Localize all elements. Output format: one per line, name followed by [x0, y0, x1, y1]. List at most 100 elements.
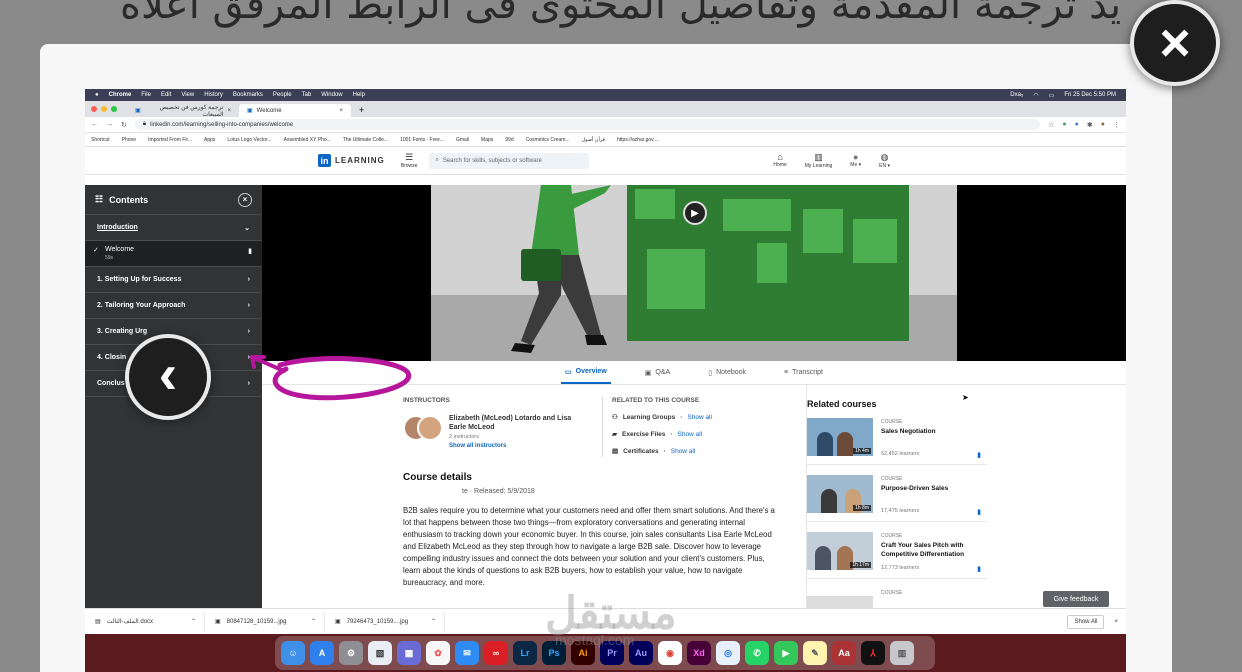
- extension-icon[interactable]: ●: [1075, 121, 1079, 128]
- bookmark-item[interactable]: Imported From Fir...: [148, 137, 192, 143]
- address-bar[interactable]: 🔒︎ linkedin.com/learning/selling-into-co…: [134, 119, 1041, 130]
- bookmark-icon[interactable]: ▮: [977, 451, 981, 459]
- sidebar-chapter[interactable]: 2. Tailoring Your Approach ›: [85, 293, 262, 319]
- download-item[interactable]: ▤ الملف-الثالث.docx ⌃: [85, 612, 205, 631]
- dock-launchpad-icon[interactable]: ▦: [397, 641, 421, 665]
- sidebar-close-button[interactable]: ×: [238, 192, 252, 207]
- bookmark-item[interactable]: قرآن أصول: [582, 137, 605, 143]
- dock-settings-icon[interactable]: ⚙: [339, 641, 363, 665]
- menu-item[interactable]: Help: [353, 92, 365, 98]
- profile-avatar[interactable]: ●: [1101, 121, 1105, 128]
- menu-item[interactable]: History: [204, 92, 223, 98]
- bookmark-item[interactable]: Shortcut: [91, 137, 110, 143]
- bookmark-item[interactable]: The Ultimate Colle...: [343, 137, 388, 143]
- forward-arrow-icon[interactable]: →: [106, 121, 113, 128]
- bookmark-icon[interactable]: ▮: [248, 247, 252, 255]
- tab-overview[interactable]: ▭ Overview: [561, 361, 611, 384]
- dock-app-store-icon[interactable]: A: [310, 641, 334, 665]
- tab-qa[interactable]: ▣ Q&A: [641, 361, 674, 384]
- dock-photos-icon[interactable]: ✿: [426, 641, 450, 665]
- browser-tab-active[interactable]: ▣ Welcome ×: [239, 104, 351, 117]
- bookmark-icon[interactable]: ▮: [977, 565, 981, 573]
- status-clock[interactable]: Fri 25 Dec 5:50 PM: [1064, 92, 1116, 98]
- browser-tab[interactable]: ▣ ترجمة كورس فن تخصيص المبيعات ×: [127, 104, 239, 118]
- related-course-card[interactable]: 1h 4m COURSE Sales Negotiation 52,452 le…: [807, 415, 987, 465]
- reload-icon[interactable]: ↻: [121, 121, 127, 129]
- give-feedback-button[interactable]: Give feedback: [1043, 591, 1109, 607]
- menu-item[interactable]: Tab: [302, 92, 312, 98]
- show-all-link[interactable]: Show all: [687, 414, 712, 421]
- tab-close-icon[interactable]: ×: [339, 108, 343, 114]
- window-minimize-icon[interactable]: [101, 106, 107, 112]
- show-all-link[interactable]: Show all: [678, 431, 703, 438]
- battery-icon[interactable]: ▭: [1049, 92, 1055, 99]
- related-course-name[interactable]: Craft Your Sales Pitch with Competitive …: [881, 541, 981, 559]
- menu-item[interactable]: File: [141, 92, 151, 98]
- video-player[interactable]: ▶: [262, 185, 1126, 361]
- menu-item[interactable]: People: [273, 92, 292, 98]
- dock-acrobat-icon[interactable]: ⅄: [861, 641, 885, 665]
- related-course-name[interactable]: Sales Negotiation: [881, 427, 981, 436]
- sidebar-section-introduction[interactable]: Introduction ⌄: [85, 215, 262, 241]
- dock-whatsapp-icon[interactable]: ✆: [745, 641, 769, 665]
- play-icon[interactable]: ▶: [683, 201, 707, 225]
- bookmark-item[interactable]: Lotus Logo Vector...: [227, 137, 271, 143]
- new-tab-button[interactable]: +: [351, 105, 372, 117]
- bookmark-item[interactable]: Assembled XY Pho...: [284, 137, 331, 143]
- menu-app-name[interactable]: Chrome: [109, 92, 132, 98]
- bookmark-item[interactable]: Cosmetics Cream...: [526, 137, 570, 143]
- show-all-instructors-link[interactable]: Show all instructors: [449, 443, 506, 449]
- course-search-input[interactable]: ⌕ Search for skills, subjects or softwar…: [429, 152, 590, 169]
- bookmark-item[interactable]: 99d: [505, 137, 513, 143]
- window-zoom-icon[interactable]: [111, 106, 117, 112]
- window-close-icon[interactable]: [91, 106, 97, 112]
- bookmark-icon[interactable]: ▮: [977, 508, 981, 516]
- nav-me[interactable]: ● Me ▾: [850, 152, 861, 169]
- dock-facetime-icon[interactable]: ▶: [774, 641, 798, 665]
- sidebar-chapter[interactable]: 1. Setting Up for Success ›: [85, 267, 262, 293]
- bookmark-item[interactable]: Gmail: [456, 137, 469, 143]
- show-all-link[interactable]: Show all: [671, 448, 696, 455]
- menu-item[interactable]: Edit: [161, 92, 171, 98]
- download-item[interactable]: ▣ 80847128_10159...jpg ⌃: [205, 612, 325, 631]
- nav-home[interactable]: ⌂ Home: [773, 152, 786, 169]
- wifi-icon[interactable]: ◠: [1033, 92, 1038, 99]
- related-course-name[interactable]: Purpose-Driven Sales: [881, 484, 981, 493]
- dock-finder-icon[interactable]: ☺: [281, 641, 305, 665]
- related-course-card[interactable]: 1h 17m COURSE Craft Your Sales Pitch wit…: [807, 529, 987, 579]
- tab-transcript[interactable]: ≡ Transcript: [780, 361, 827, 384]
- bookmark-item[interactable]: 1001 Fonts · Free...: [400, 137, 444, 143]
- related-course-card[interactable]: 1h 8m COURSE Purpose-Driven Sales 17,475…: [807, 472, 987, 522]
- lightbox-close-button[interactable]: ×: [1130, 0, 1220, 86]
- dock-notes-icon[interactable]: ✎: [803, 641, 827, 665]
- sidebar-item-welcome[interactable]: ✓ Welcome 59s ▮: [85, 241, 262, 267]
- star-icon[interactable]: ☆: [1048, 121, 1054, 129]
- dock-safari-icon[interactable]: ◎: [716, 641, 740, 665]
- extension-icon[interactable]: ●: [1062, 121, 1066, 128]
- menu-item[interactable]: View: [181, 92, 194, 98]
- nav-my-learning[interactable]: ▥ My Learning: [805, 152, 833, 169]
- tab-notebook[interactable]: ▯ Notebook: [704, 361, 750, 384]
- bookmark-item[interactable]: Maps: [481, 137, 493, 143]
- dock-dictionary-icon[interactable]: Aa: [832, 641, 856, 665]
- instructor-names[interactable]: Elizabeth (McLeod) Lotardo and Lisa Earl…: [449, 414, 589, 432]
- tab-close-icon[interactable]: ×: [227, 108, 231, 114]
- bookmark-item[interactable]: Phone: [122, 137, 136, 143]
- dock-lightroom-icon[interactable]: Lr: [513, 641, 537, 665]
- previous-image-button[interactable]: ‹: [125, 334, 211, 420]
- dock-xd-icon[interactable]: Xd: [687, 641, 711, 665]
- dock-creative-cloud-icon[interactable]: ∞: [484, 641, 508, 665]
- menu-item[interactable]: Bookmarks: [233, 92, 263, 98]
- dock-preview-icon[interactable]: ▧: [368, 641, 392, 665]
- menu-item[interactable]: Window: [321, 92, 342, 98]
- close-downloads-icon[interactable]: ×: [1114, 619, 1118, 625]
- dock-mail-icon[interactable]: ✉: [455, 641, 479, 665]
- bookmark-item[interactable]: https://azhar.gov....: [617, 137, 659, 143]
- browse-button[interactable]: ☰ Browse: [401, 152, 418, 169]
- download-item[interactable]: ▣ 79246473_10159....jpg ⌃: [325, 612, 445, 631]
- bookmark-item[interactable]: Apps: [204, 137, 215, 143]
- puzzle-icon[interactable]: ✱: [1087, 121, 1093, 129]
- status-keyboard[interactable]: Dxa₅: [1010, 92, 1023, 98]
- show-all-downloads-button[interactable]: Show All: [1067, 614, 1105, 629]
- apple-icon[interactable]: ●: [95, 92, 99, 98]
